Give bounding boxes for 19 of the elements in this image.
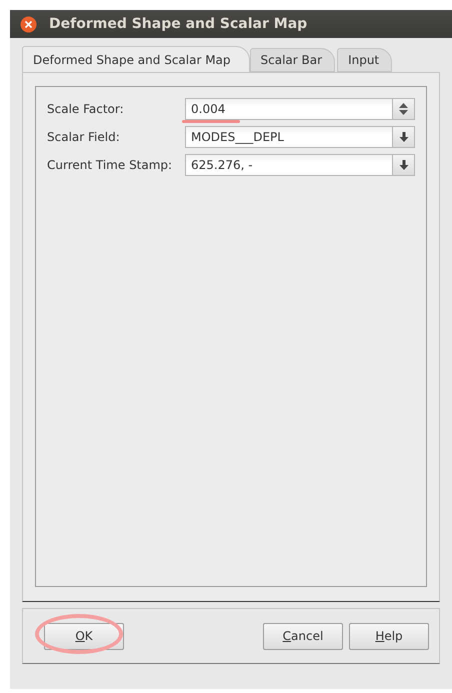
tab[interactable]: Input: [337, 48, 392, 72]
spin-arrows-icon[interactable]: [398, 102, 409, 116]
dialog-button[interactable]: Cancel: [263, 622, 343, 650]
field-value: 625.276, -: [190, 156, 254, 174]
field-label: Current Time Stamp:: [47, 158, 174, 172]
dropdown[interactable]: MODES___DEPL: [185, 126, 415, 148]
field-label: Scalar Field:: [47, 130, 121, 144]
field-label: Scale Factor:: [47, 102, 125, 116]
dropdown[interactable]: 625.276, -: [185, 154, 415, 176]
window-title: Deformed Shape and Scalar Map: [49, 16, 308, 32]
tab[interactable]: Deformed Shape and Scalar Map: [22, 46, 250, 72]
down-arrow-icon[interactable]: [398, 130, 408, 142]
field-value: MODES___DEPL: [190, 128, 285, 146]
field-value: 0.004: [190, 100, 226, 118]
dialog-button[interactable]: Help: [349, 622, 429, 650]
tab[interactable]: Scalar Bar: [250, 48, 336, 72]
dialog-button[interactable]: OK: [44, 622, 124, 650]
down-arrow-icon[interactable]: [398, 158, 408, 170]
close-icon[interactable]: [20, 16, 37, 32]
